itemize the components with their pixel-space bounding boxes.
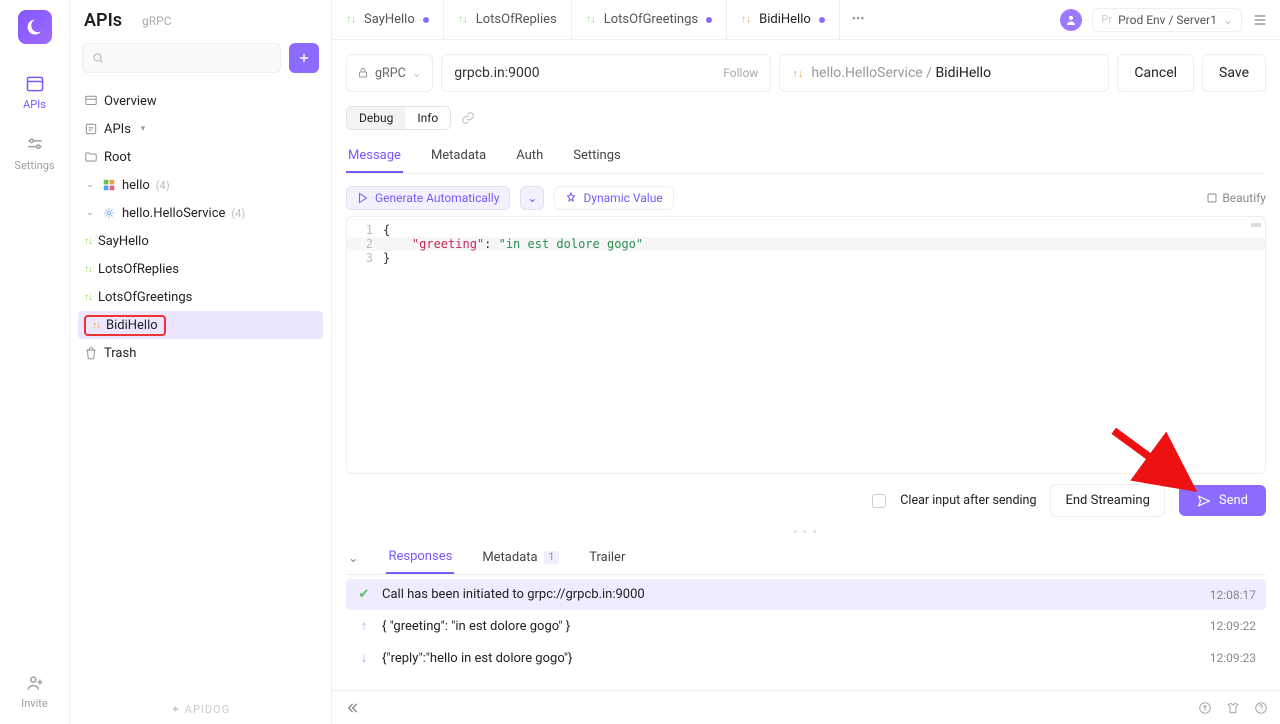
method-path[interactable]: ↑↓ hello.HelloService / BidiHello bbox=[779, 54, 1109, 92]
tree-service[interactable]: ⌄ hello.HelloService (4) bbox=[78, 199, 323, 227]
mode-segmented[interactable]: Debug Info bbox=[346, 106, 451, 130]
response-row[interactable]: ✔ Call has been initiated to grpc://grpc… bbox=[346, 579, 1266, 610]
sidebar-protocol[interactable]: gRPC bbox=[142, 14, 172, 28]
protocol-select[interactable]: gRPC ⌄ bbox=[346, 54, 433, 92]
status-bar bbox=[332, 690, 1280, 724]
stream-icon: ↑↓ bbox=[84, 292, 92, 303]
minimap[interactable] bbox=[1251, 223, 1261, 227]
chevron-down-icon: ⌄ bbox=[84, 180, 96, 190]
save-button[interactable]: Save bbox=[1202, 54, 1266, 92]
app-logo bbox=[18, 10, 52, 44]
collapse-sidebar-button[interactable] bbox=[344, 700, 360, 716]
generate-auto-dropdown[interactable]: ⌄ bbox=[520, 186, 544, 210]
link-icon[interactable] bbox=[461, 111, 475, 125]
tree-method-lotsofgreetings[interactable]: ↑↓ LotsOfGreetings bbox=[78, 283, 323, 311]
subtab-settings[interactable]: Settings bbox=[571, 140, 622, 173]
rail-item-settings[interactable]: Settings bbox=[5, 125, 65, 186]
clear-input-checkbox[interactable] bbox=[872, 494, 886, 508]
timestamp: 12:09:22 bbox=[1210, 619, 1256, 633]
metadata-count-badge: 1 bbox=[544, 551, 560, 564]
generate-auto-button[interactable]: Generate Automatically bbox=[346, 186, 510, 210]
end-streaming-button[interactable]: End Streaming bbox=[1050, 484, 1164, 517]
tab-sayhello[interactable]: ↑↓ SayHello bbox=[332, 0, 444, 39]
resp-tab-trailer[interactable]: Trailer bbox=[587, 542, 627, 573]
clear-input-label: Clear input after sending bbox=[900, 493, 1036, 508]
environment-selector[interactable]: Pr Prod Env / Server1 ⌄ bbox=[1092, 8, 1242, 32]
tabs-more[interactable]: ••• bbox=[840, 0, 877, 39]
message-editor[interactable]: 1{ 2 "greeting": "in est dolore gogo" 3} bbox=[346, 216, 1266, 474]
stream-icon: ↑↓ bbox=[346, 14, 356, 25]
avatar[interactable] bbox=[1060, 9, 1082, 31]
footer-help-icon[interactable] bbox=[1254, 701, 1268, 715]
tree-apis[interactable]: APIs ▾ bbox=[78, 115, 323, 143]
tree-root[interactable]: Root bbox=[78, 143, 323, 171]
caret-down-icon: ▾ bbox=[137, 124, 149, 134]
dynamic-value-button[interactable]: Dynamic Value bbox=[554, 186, 673, 210]
subtab-auth[interactable]: Auth bbox=[514, 140, 545, 173]
search-input[interactable] bbox=[82, 43, 281, 73]
cancel-button[interactable]: Cancel bbox=[1117, 54, 1194, 92]
tree-method-bidihello[interactable]: ↑↓ BidiHello bbox=[78, 311, 323, 339]
tab-lotsofgreetings[interactable]: ↑↓ LotsOfGreetings bbox=[572, 0, 727, 39]
mode-info[interactable]: Info bbox=[405, 107, 450, 129]
send-button[interactable]: Send bbox=[1179, 485, 1266, 516]
subtab-metadata[interactable]: Metadata bbox=[429, 140, 488, 173]
tree-method-lotsofreplies[interactable]: ↑↓ LotsOfReplies bbox=[78, 255, 323, 283]
footer-shirt-icon[interactable] bbox=[1226, 701, 1240, 715]
stream-icon: ↑↓ bbox=[792, 67, 803, 80]
tabbar: ↑↓ SayHello ↑↓ LotsOfReplies ↑↓ LotsOfGr… bbox=[332, 0, 1280, 40]
dirty-indicator bbox=[819, 17, 825, 23]
chevron-down-icon: ⌄ bbox=[1223, 13, 1233, 27]
upload-icon: ↑ bbox=[356, 618, 372, 634]
sidebar-brand: ✦ APIDOG bbox=[70, 695, 331, 724]
beautify-button[interactable]: Beautify bbox=[1206, 191, 1266, 205]
tree-overview[interactable]: Overview bbox=[78, 87, 323, 115]
response-list: ✔ Call has been initiated to grpc://grpc… bbox=[346, 575, 1266, 682]
chevron-down-icon: ⌄ bbox=[412, 65, 422, 81]
timestamp: 12:08:17 bbox=[1210, 588, 1256, 602]
tree-trash[interactable]: Trash bbox=[78, 339, 323, 367]
sidebar: APIs gRPC Overview APIs ▾ Root bbox=[70, 0, 332, 724]
stream-icon: ↑↓ bbox=[586, 14, 596, 25]
stream-icon: ↑↓ bbox=[84, 236, 92, 247]
response-row[interactable]: ↓ {"reply":"hello in est dolore gogo"} 1… bbox=[346, 642, 1266, 674]
stream-icon: ↑↓ bbox=[84, 264, 92, 275]
response-tabs: ⌄ Responses Metadata 1 Trailer bbox=[346, 541, 1266, 575]
url-input[interactable]: grpcb.in:9000 Follow bbox=[441, 54, 771, 92]
timestamp: 12:09:23 bbox=[1210, 651, 1256, 665]
rail-item-invite[interactable]: Invite bbox=[5, 663, 65, 724]
mode-debug[interactable]: Debug bbox=[347, 107, 405, 129]
add-button[interactable] bbox=[289, 43, 319, 73]
rail-item-apis[interactable]: APIs bbox=[5, 64, 65, 125]
dirty-indicator bbox=[706, 17, 712, 23]
request-subtabs: Message Metadata Auth Settings bbox=[346, 140, 1266, 174]
subtab-message[interactable]: Message bbox=[346, 140, 403, 173]
response-row[interactable]: ↑ { "greeting": "in est dolore gogo" } 1… bbox=[346, 610, 1266, 642]
collapse-responses[interactable]: ⌄ bbox=[346, 546, 360, 570]
dirty-indicator bbox=[423, 17, 429, 23]
stream-icon: ↑↓ bbox=[92, 320, 100, 331]
stream-icon: ↑↓ bbox=[741, 14, 751, 25]
resp-tab-responses[interactable]: Responses bbox=[386, 541, 454, 574]
nav-rail: APIs Settings Invite bbox=[0, 0, 70, 724]
request-row: gRPC ⌄ grpcb.in:9000 Follow ↑↓ hello.Hel… bbox=[332, 40, 1280, 106]
tree-hello[interactable]: ⌄ hello (4) bbox=[78, 171, 323, 199]
panel-resize-handle[interactable]: • • • bbox=[346, 527, 1266, 541]
download-icon: ↓ bbox=[356, 650, 372, 666]
main-area: ↑↓ SayHello ↑↓ LotsOfReplies ↑↓ LotsOfGr… bbox=[332, 0, 1280, 724]
success-icon: ✔ bbox=[356, 587, 372, 602]
chevron-down-icon: ⌄ bbox=[84, 208, 96, 218]
menu-button[interactable] bbox=[1252, 12, 1268, 28]
tree-method-sayhello[interactable]: ↑↓ SayHello bbox=[78, 227, 323, 255]
tab-lotsofreplies[interactable]: ↑↓ LotsOfReplies bbox=[444, 0, 572, 39]
follow-toggle[interactable]: Follow bbox=[723, 66, 758, 80]
stream-icon: ↑↓ bbox=[458, 14, 468, 25]
api-tree: Overview APIs ▾ Root ⌄ hello (4) ⌄ hello… bbox=[70, 83, 331, 695]
sidebar-title: APIs bbox=[84, 10, 122, 31]
footer-upload-icon[interactable] bbox=[1198, 701, 1212, 715]
tab-bidihello[interactable]: ↑↓ BidiHello bbox=[727, 0, 840, 39]
resp-tab-metadata[interactable]: Metadata 1 bbox=[480, 542, 561, 573]
